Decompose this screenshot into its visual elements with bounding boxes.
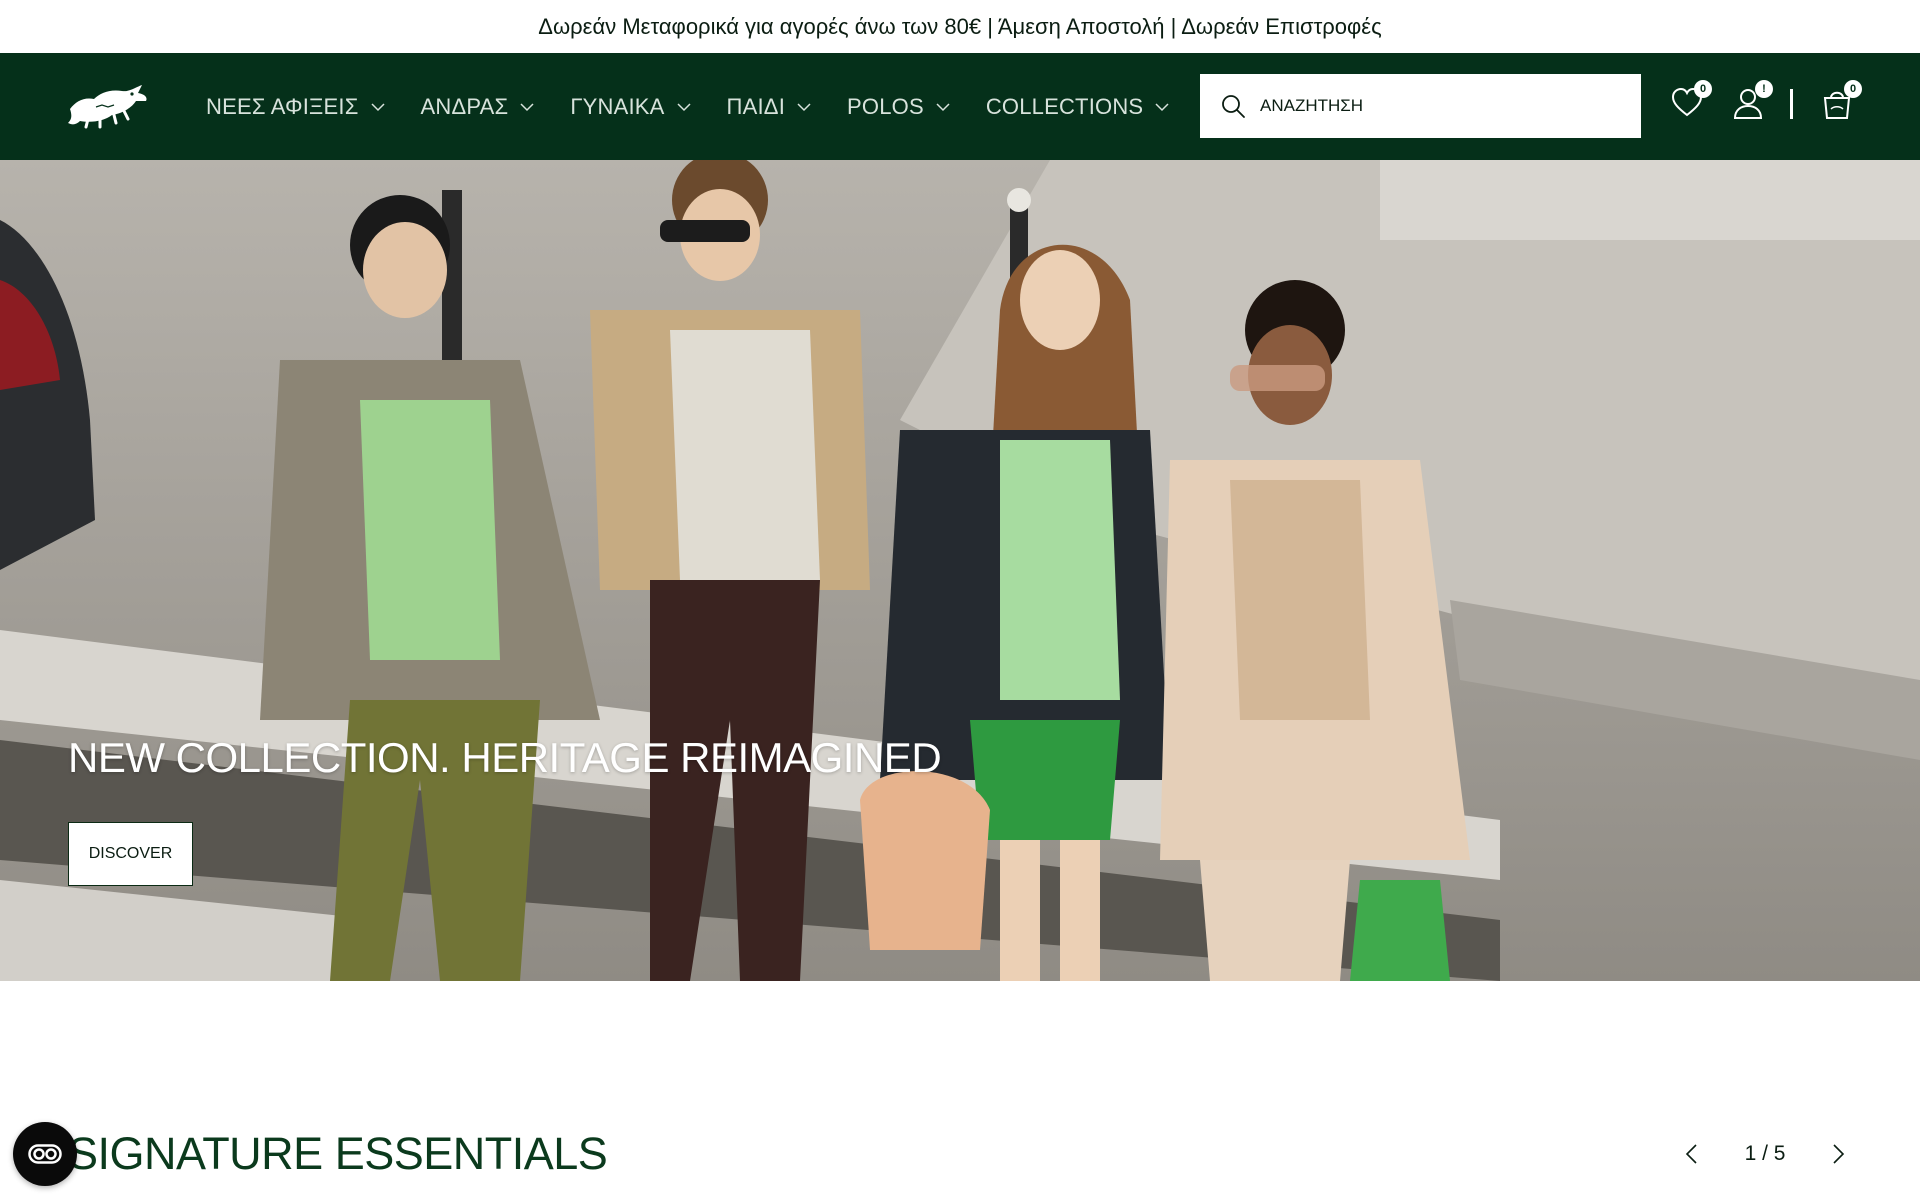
- account-button[interactable]: !: [1731, 80, 1773, 120]
- search-box[interactable]: [1200, 74, 1641, 138]
- crocodile-logo-icon[interactable]: [66, 79, 150, 131]
- chevron-right-icon[interactable]: [1826, 1142, 1850, 1166]
- nav-label: ΠΑΙΔΙ: [726, 93, 786, 119]
- nav-item-kids[interactable]: ΠΑΙΔΙ: [727, 94, 811, 120]
- nav-item-collections[interactable]: COLLECTIONS: [986, 94, 1169, 120]
- chevron-down-icon: [936, 102, 950, 111]
- main-header: ΝΕΕΣ ΑΦΙΞΕΙΣ ΑΝΔΡΑΣ ΓΥΝΑΙΚΑ ΠΑΙΔΙ POLOS …: [0, 53, 1920, 160]
- promo-bar: Δωρεάν Μεταφορικά για αγορές άνω των 80€…: [0, 0, 1920, 53]
- promo-text: Δωρεάν Μεταφορικά για αγορές άνω των 80€…: [538, 13, 1382, 39]
- nav-item-women[interactable]: ΓΥΝΑΙΚΑ: [570, 93, 691, 120]
- main-nav: ΝΕΕΣ ΑΦΙΞΕΙΣ ΑΝΔΡΑΣ ΓΥΝΑΙΚΑ ΠΑΙΔΙ POLOS …: [206, 53, 1205, 160]
- wishlist-count-badge: 0: [1694, 80, 1712, 98]
- accessibility-toggle-icon: [28, 1144, 62, 1164]
- chevron-down-icon: [520, 102, 534, 111]
- discover-button[interactable]: DISCOVER: [68, 822, 193, 886]
- search-input[interactable]: [1260, 96, 1620, 116]
- section-title: SIGNATURE ESSENTIALS: [68, 1128, 608, 1179]
- hero-banner[interactable]: NEW COLLECTION. HERITAGE REIMAGINED DISC…: [0, 160, 1920, 981]
- nav-label: COLLECTIONS: [985, 93, 1144, 119]
- search-icon: [1222, 95, 1245, 118]
- nav-item-men[interactable]: ΑΝΔΡΑΣ: [421, 94, 535, 120]
- pager-count: 1 / 5: [1744, 1142, 1786, 1165]
- header-divider: [1790, 89, 1793, 119]
- nav-label: ΝΕΕΣ ΑΦΙΞΕΙΣ: [206, 93, 359, 119]
- carousel-pager: 1 / 5: [1680, 1134, 1850, 1174]
- wishlist-button[interactable]: 0: [1670, 80, 1712, 120]
- nav-item-polos[interactable]: POLOS: [847, 94, 950, 120]
- account-alert-badge: !: [1755, 80, 1773, 98]
- cart-count-badge: 0: [1844, 80, 1862, 98]
- nav-label: POLOS: [847, 93, 924, 119]
- nav-item-new-arrivals[interactable]: ΝΕΕΣ ΑΦΙΞΕΙΣ: [206, 94, 385, 120]
- chevron-down-icon: [371, 102, 385, 111]
- chevron-left-icon[interactable]: [1680, 1142, 1704, 1166]
- chevron-down-icon: [1155, 102, 1169, 111]
- chevron-down-icon: [797, 102, 811, 111]
- nav-label: ΑΝΔΡΑΣ: [420, 93, 509, 119]
- accessibility-button[interactable]: [13, 1122, 77, 1186]
- chevron-down-icon: [677, 102, 691, 111]
- cart-button[interactable]: 0: [1820, 80, 1862, 120]
- hero-title: NEW COLLECTION. HERITAGE REIMAGINED: [68, 734, 942, 781]
- nav-label: ΓΥΝΑΙΚΑ: [570, 93, 665, 119]
- hero-image: [0, 160, 1920, 981]
